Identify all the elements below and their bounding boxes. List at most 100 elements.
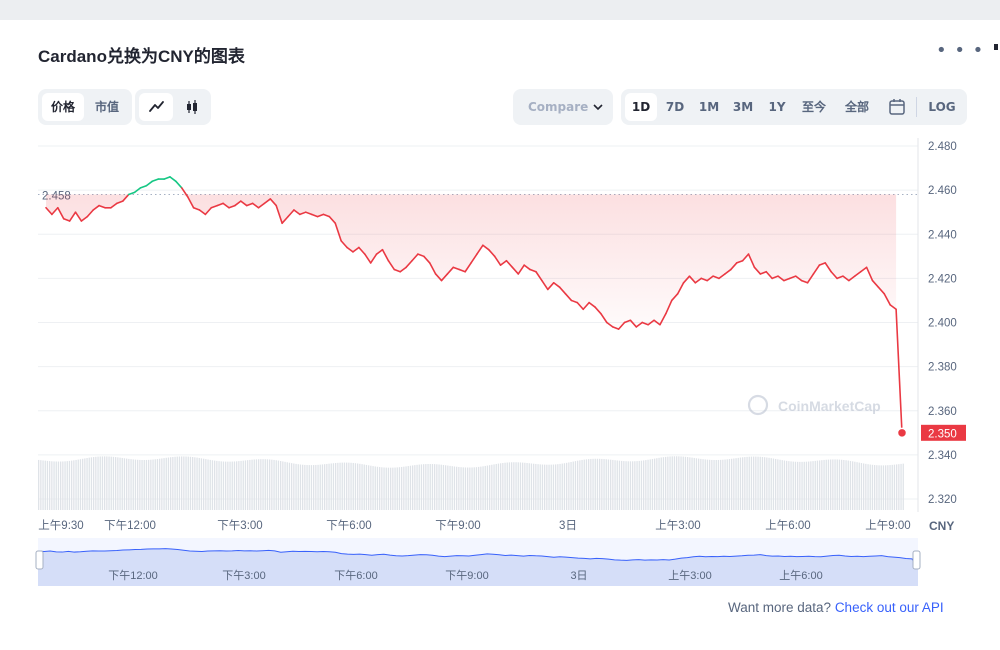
coinmarketcap-watermark: CoinMarketCap: [747, 394, 881, 416]
volume-bar: [178, 456, 181, 510]
volume-bar: [827, 459, 830, 510]
volume-bar: [242, 460, 244, 510]
volume-bar: [601, 458, 603, 510]
volume-bar: [394, 467, 396, 510]
y-tick-label: 2.360: [928, 406, 957, 418]
volume-bar: [887, 465, 889, 510]
volume-bar: [706, 459, 709, 510]
volume-bar: [849, 460, 852, 510]
price-line-segment: [163, 176, 171, 180]
volume-bar: [863, 463, 865, 510]
volume-bar: [361, 464, 363, 510]
volume-bar: [427, 464, 429, 510]
volume-bar: [528, 463, 530, 510]
volume-bar: [709, 459, 711, 510]
y-tick-label: 2.480: [928, 141, 957, 153]
volume-bar: [669, 456, 671, 510]
volume-bar: [832, 459, 834, 510]
range-3m[interactable]: 3M: [727, 93, 759, 121]
y-tick-label: 2.320: [928, 494, 957, 506]
range-ytd[interactable]: 至今: [795, 93, 833, 121]
volume-bar: [251, 459, 253, 510]
volume-bar: [772, 458, 775, 510]
range-7d[interactable]: 7D: [659, 93, 691, 121]
volume-bar: [163, 458, 165, 510]
volume-bar: [526, 463, 528, 510]
volume-bar: [385, 467, 387, 510]
volume-bar: [401, 466, 403, 510]
volume-bar: [172, 456, 174, 510]
volume-bar: [759, 456, 761, 510]
volume-bar: [449, 465, 451, 510]
volume-bar: [150, 459, 152, 510]
volume-bar: [610, 459, 612, 510]
volume-bar: [299, 464, 302, 510]
volume-bar: [563, 463, 566, 510]
log-scale-toggle[interactable]: LOG: [921, 93, 963, 121]
range-1d[interactable]: 1D: [625, 93, 657, 121]
volume-bar: [522, 462, 524, 510]
volume-bar: [387, 467, 390, 510]
volume-bar: [702, 459, 704, 510]
volume-bar: [761, 456, 764, 510]
chart-title: Cardano兑换为CNY的图表: [38, 47, 245, 66]
time-range-toggle: 1D 7D 1M 3M 1Y 至今 全部 LOG: [621, 89, 967, 125]
volume-bar: [687, 457, 689, 510]
chevron-down-icon: [593, 104, 603, 111]
navigator-tick-label: 下午3:00: [222, 569, 265, 582]
tab-price[interactable]: 价格: [42, 93, 84, 121]
volume-bar: [671, 456, 673, 510]
volume-bar: [698, 458, 700, 510]
volume-bar: [352, 462, 354, 510]
volume-bar: [464, 467, 467, 510]
volume-bar: [735, 458, 737, 510]
range-1m[interactable]: 1M: [693, 93, 725, 121]
volume-bar: [354, 463, 357, 510]
volume-bar: [440, 464, 442, 510]
price-line-segment: [145, 180, 154, 187]
more-options-icon[interactable]: • • •: [936, 42, 984, 60]
volume-bar: [651, 458, 654, 510]
volume-bar: [341, 462, 343, 510]
volume-bar: [821, 460, 823, 510]
candlestick-icon: [187, 100, 197, 114]
calendar-icon: [889, 99, 905, 115]
volume-bar: [152, 459, 154, 510]
volume-bar: [893, 464, 896, 510]
volume-bar: [629, 461, 632, 510]
volume-bar: [757, 456, 759, 510]
volume-bar: [775, 458, 777, 510]
volume-bar: [513, 462, 515, 510]
x-tick-label: 下午12:00: [104, 519, 156, 532]
volume-bar: [297, 464, 299, 510]
date-range-button[interactable]: [881, 93, 913, 121]
volume-bar: [801, 461, 803, 510]
currency-label: CNY: [929, 519, 954, 533]
volume-bar: [418, 464, 420, 510]
range-all[interactable]: 全部: [837, 93, 877, 121]
line-chart-button[interactable]: [139, 93, 173, 121]
volume-bar: [605, 459, 607, 510]
volume-bar: [308, 465, 310, 510]
volume-bar: [845, 460, 847, 510]
candlestick-button[interactable]: [175, 93, 209, 121]
compare-dropdown[interactable]: Compare: [513, 89, 613, 125]
tab-market-cap[interactable]: 市值: [86, 93, 128, 121]
api-link[interactable]: Check out our API: [835, 600, 944, 615]
volume-bar: [156, 459, 159, 510]
volume-bar: [473, 467, 475, 510]
volume-bar: [502, 462, 504, 510]
volume-bar: [396, 467, 398, 510]
volume-bar: [321, 464, 324, 510]
volume-bar: [436, 464, 438, 510]
range-1y[interactable]: 1Y: [761, 93, 793, 121]
volume-bar: [451, 466, 453, 510]
volume-bar: [511, 462, 513, 510]
volume-bar: [852, 461, 854, 510]
y-tick-label: 2.460: [928, 185, 957, 197]
volume-bar: [176, 456, 178, 510]
volume-bar: [572, 461, 574, 510]
volume-bar: [588, 459, 590, 510]
volume-bar: [57, 461, 60, 510]
volume-bar: [517, 462, 519, 510]
